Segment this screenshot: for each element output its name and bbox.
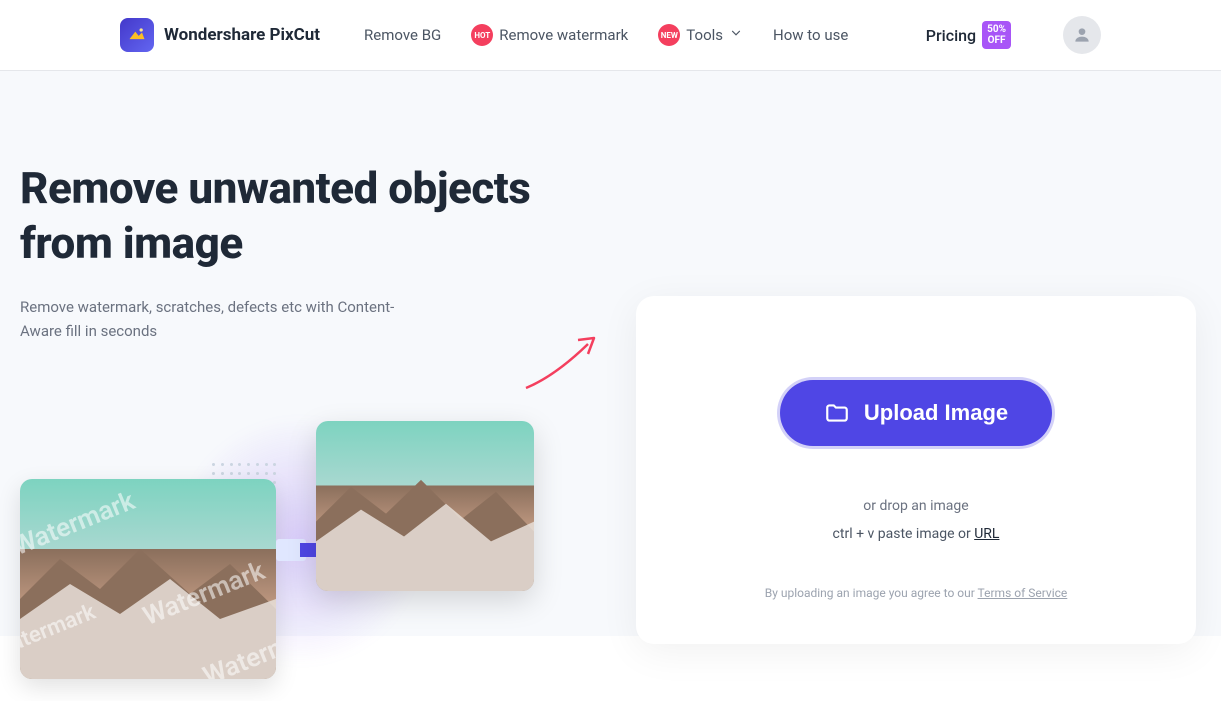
nav-remove-watermark-label: Remove watermark: [499, 26, 628, 44]
nav-tools[interactable]: NEW Tools: [658, 24, 743, 46]
brand-name: Wondershare PixCut: [164, 25, 320, 45]
url-link[interactable]: URL: [974, 526, 999, 542]
hero-section: Remove unwanted objects from image Remov…: [0, 71, 1221, 636]
tos-link[interactable]: Terms of Service: [978, 586, 1068, 600]
drop-hint: or drop an image: [863, 498, 968, 514]
upload-button-label: Upload Image: [864, 400, 1008, 426]
pricing-label: Pricing: [926, 26, 976, 45]
tos-line: By uploading an image you agree to our T…: [765, 586, 1068, 600]
hero-title: Remove unwanted objects from image: [20, 161, 600, 271]
upload-card[interactable]: Upload Image or drop an image ctrl + v p…: [636, 296, 1196, 644]
nav-tools-label: Tools: [686, 26, 723, 44]
nav-how-to-use[interactable]: How to use: [773, 26, 848, 44]
hero-subtitle: Remove watermark, scratches, defects etc…: [20, 295, 400, 343]
after-image: [316, 421, 534, 591]
before-image: Watermark Watermark Watermark Watermark: [20, 479, 276, 679]
discount-badge: 50% OFF: [982, 21, 1011, 49]
header: Wondershare PixCut Remove BG HOT Remove …: [0, 0, 1221, 71]
curve-arrow-icon: [520, 326, 610, 396]
main-nav: Remove BG HOT Remove watermark NEW Tools…: [364, 24, 848, 46]
nav-pricing[interactable]: Pricing 50% OFF: [926, 21, 1011, 49]
chevron-down-icon: [729, 26, 743, 44]
new-badge-icon: NEW: [658, 24, 680, 46]
nav-remove-watermark[interactable]: HOT Remove watermark: [471, 24, 628, 46]
paste-hint: ctrl + v paste image or URL: [833, 526, 1000, 542]
demo-images: Watermark Watermark Watermark Watermark: [20, 421, 580, 701]
user-avatar[interactable]: [1063, 16, 1101, 54]
hot-badge-icon: HOT: [471, 24, 493, 46]
folder-icon: [824, 400, 850, 426]
nav-remove-bg[interactable]: Remove BG: [364, 26, 441, 44]
user-icon: [1072, 25, 1092, 45]
logo-icon: [120, 18, 154, 52]
upload-button[interactable]: Upload Image: [780, 380, 1052, 446]
logo[interactable]: Wondershare PixCut: [120, 18, 320, 52]
